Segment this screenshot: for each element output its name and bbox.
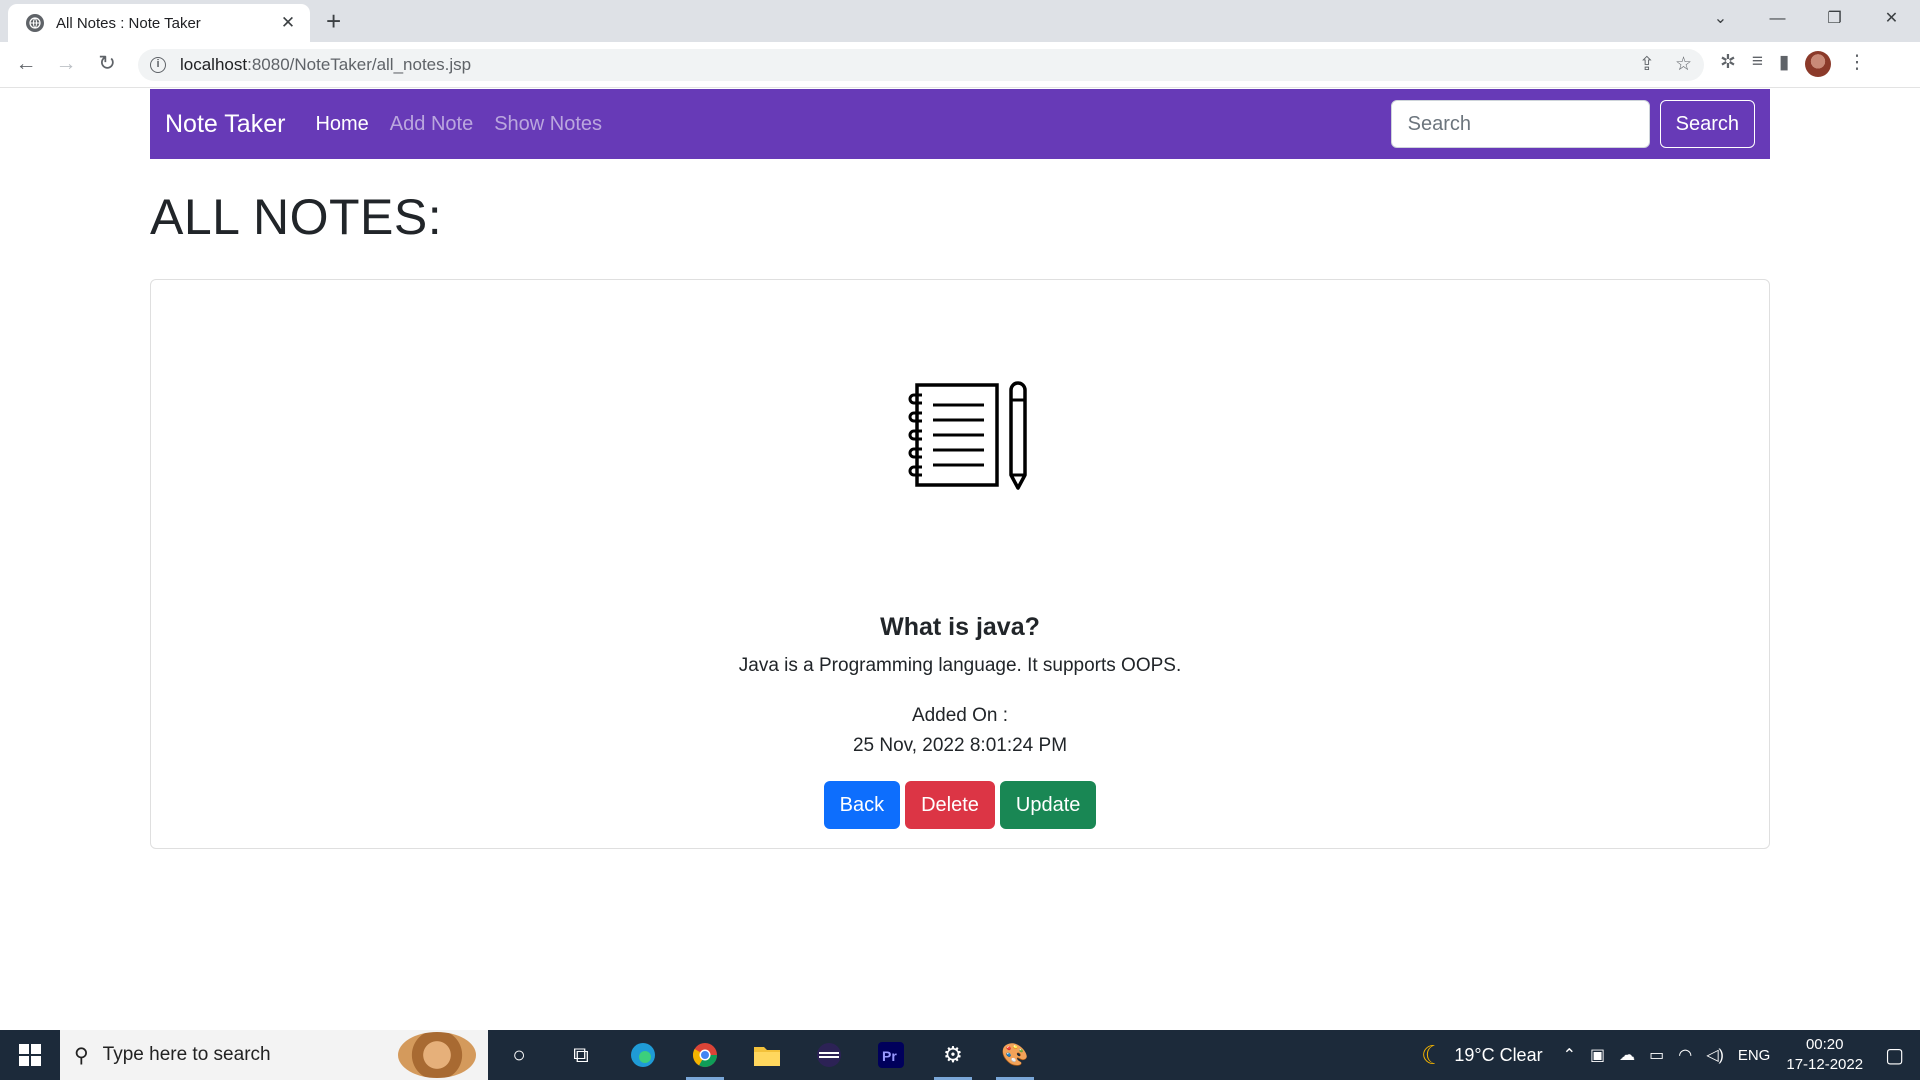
start-button[interactable] [0,1030,60,1080]
svg-text:Pr: Pr [882,1048,897,1064]
cortana-icon[interactable]: ○ [488,1030,550,1080]
weather-text: 19°C Clear [1454,1044,1543,1065]
forward-arrow-icon[interactable]: → [52,50,80,78]
search-button[interactable]: Search [1659,100,1755,148]
premiere-pro-icon[interactable]: Pr [860,1030,922,1080]
moon-icon: ☾ [1421,1039,1445,1070]
language-indicator[interactable]: ENG [1738,1047,1771,1064]
address-bar[interactable]: i localhost :8080/NoteTaker/all_notes.js… [138,49,1704,81]
bookmark-star-icon[interactable]: ☆ [1675,53,1692,76]
window-controls: ⌄ — ❐ ✕ [1692,0,1920,38]
weather-widget[interactable]: ☾ 19°C Clear [1421,1040,1543,1071]
url-path: :8080/NoteTaker/all_notes.jsp [247,55,472,74]
search-icon: ⚲ [74,1044,89,1067]
battery-icon[interactable]: ▭ [1649,1045,1664,1065]
edge-browser-icon[interactable] [612,1030,674,1080]
update-button[interactable]: Update [999,781,1097,829]
taskbar-search-box[interactable]: ⚲ Type here to search [60,1030,488,1080]
back-button[interactable]: Back [823,781,901,829]
file-explorer-icon[interactable] [736,1030,798,1080]
system-tray: ☾ 19°C Clear ⌃ ▣ ☁ ▭ ◠ ◁) ENG 00:20 17-1… [1421,1035,1920,1075]
close-window-button[interactable]: ✕ [1863,0,1920,38]
added-on-date: 25 Nov, 2022 8:01:24 PM [852,735,1068,756]
navbar-brand[interactable]: Note Taker [165,110,285,139]
note-actions: Back Delete Update [151,781,1769,829]
browser-toolbar: ← → ↻ i localhost :8080/NoteTaker/all_no… [0,42,1920,88]
clock-date: 17-12-2022 [1786,1056,1864,1073]
onedrive-cloud-icon[interactable]: ☁ [1619,1045,1635,1065]
url-host: localhost [180,55,248,74]
clock[interactable]: 00:20 17-12-2022 [1786,1035,1863,1075]
wifi-icon[interactable]: ◠ [1678,1045,1692,1065]
nav-link-add-note[interactable]: Add Note [390,113,473,136]
chevron-up-icon[interactable]: ⌃ [1563,1045,1576,1065]
minimize-button[interactable]: — [1749,0,1806,38]
settings-gear-icon[interactable]: ⚙ [922,1030,984,1080]
new-tab-button[interactable]: + [326,7,341,35]
paint-palette-icon[interactable]: 🎨 [984,1030,1046,1080]
windows-taskbar: ⚲ Type here to search ○ ⧉ Pr ⚙ 🎨 ☾ 19°C … [0,1030,1920,1080]
extensions-puzzle-icon[interactable]: ✲ [1720,51,1736,77]
taskbar-search-placeholder: Type here to search [102,1044,271,1065]
note-card: What is java? Java is a Programming lang… [150,279,1770,849]
tab-title: All Notes : Note Taker [56,14,201,32]
volume-icon[interactable]: ◁) [1706,1045,1724,1065]
media-queue-icon[interactable]: ≡ [1752,51,1763,77]
browser-tab[interactable]: All Notes : Note Taker ✕ [8,4,310,42]
nav-link-home[interactable]: Home [315,113,368,136]
tab-search-icon[interactable]: ⌄ [1692,0,1749,38]
navbar-search-form: Search [1390,100,1755,148]
added-on-label: Added On : [911,705,1009,726]
chrome-menu-icon[interactable]: ⋮ [1847,51,1866,77]
tab-close-icon[interactable]: ✕ [278,13,298,33]
app-navbar: Note Taker Home Add Note Show Notes Sear… [150,89,1770,159]
note-content: Java is a Programming language. It suppo… [738,655,1182,676]
site-info-icon[interactable]: i [150,57,166,73]
task-view-icon[interactable]: ⧉ [550,1030,612,1080]
share-icon[interactable]: ⇪ [1639,53,1655,76]
chrome-icon[interactable] [674,1030,736,1080]
tray-icons: ⌃ ▣ ☁ ▭ ◠ ◁) [1563,1045,1724,1065]
back-arrow-icon[interactable]: ← [12,50,40,78]
toolbar-actions: ✲ ≡ ▮ ⋮ [1720,51,1866,77]
globe-icon [26,14,44,32]
browser-tab-strip: All Notes : Note Taker ✕ + ⌄ — ❐ ✕ [0,0,1920,42]
reload-icon[interactable]: ↻ [93,50,121,78]
page-title: ALL NOTES: [150,189,443,245]
clock-time: 00:20 [1805,1036,1844,1053]
search-input[interactable] [1390,100,1650,148]
restore-button[interactable]: ❐ [1806,0,1863,38]
note-title: What is java? [880,613,1040,641]
eclipse-ide-icon[interactable] [798,1030,860,1080]
nav-link-show-notes[interactable]: Show Notes [494,113,602,136]
notification-icon[interactable]: ▢ [1885,1043,1904,1068]
windows-logo-icon [19,1044,41,1066]
search-highlight-image[interactable] [398,1032,476,1078]
notepad-pencil-icon [908,381,1027,490]
delete-button[interactable]: Delete [905,781,995,829]
profile-avatar[interactable] [1805,51,1832,77]
meet-now-icon[interactable]: ▣ [1590,1045,1605,1065]
side-panel-icon[interactable]: ▮ [1779,51,1789,77]
